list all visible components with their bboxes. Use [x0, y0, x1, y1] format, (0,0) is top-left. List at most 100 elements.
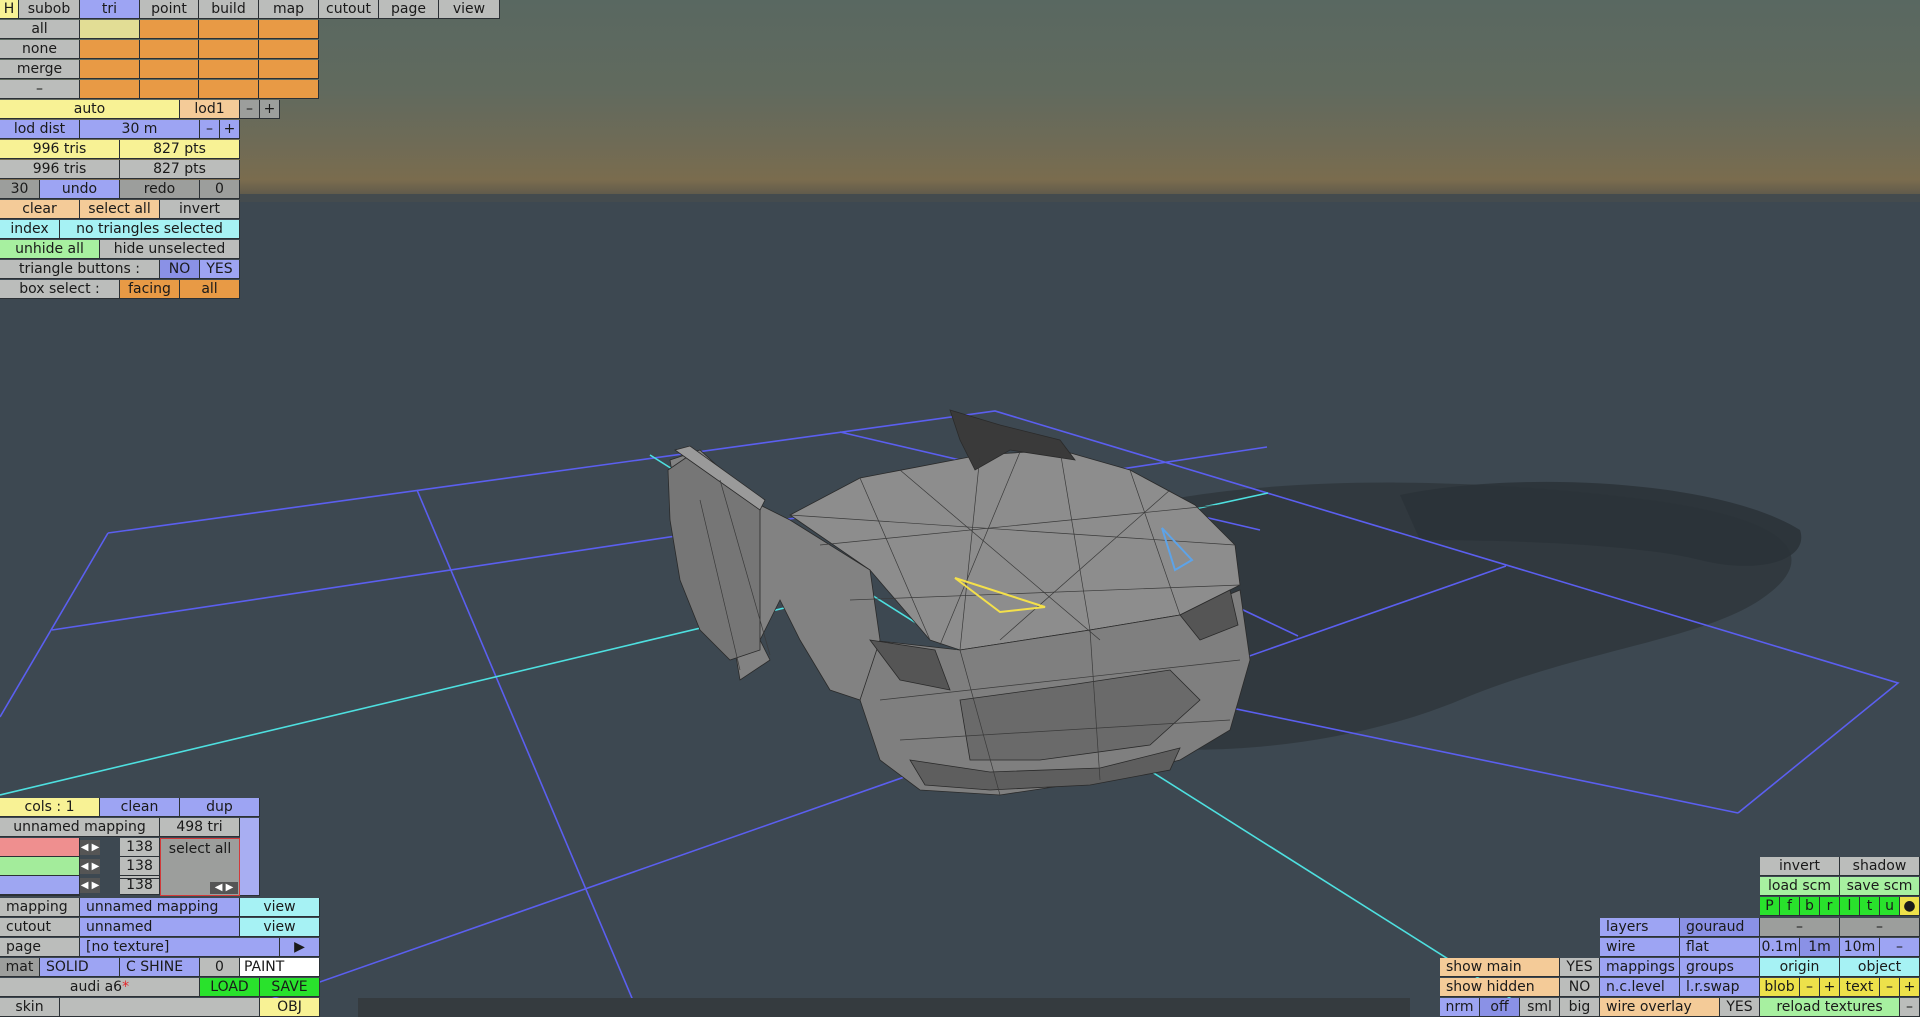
blob-plus-button[interactable]: + — [1820, 978, 1840, 997]
blob-button[interactable]: blob — [1760, 978, 1800, 997]
clean-button[interactable]: clean — [100, 798, 180, 817]
subob-cell[interactable] — [140, 20, 199, 39]
mapping-arrows-icon[interactable]: ◀ ▶ — [210, 882, 238, 894]
subob-cell[interactable] — [140, 80, 199, 99]
mapping-view-button[interactable]: view — [240, 898, 320, 917]
object-button[interactable]: object — [1840, 958, 1920, 977]
mapping-name[interactable]: unnamed mapping — [0, 818, 160, 837]
dash-button-1[interactable]: – — [1760, 918, 1840, 937]
3d-viewport[interactable] — [0, 0, 1920, 1017]
flag-t-button[interactable]: t — [1860, 897, 1880, 916]
flat-button[interactable]: flat — [1680, 938, 1760, 957]
tab-subob[interactable]: subob — [19, 0, 80, 19]
flag-r-button[interactable]: r — [1820, 897, 1840, 916]
tab-build[interactable]: build — [199, 0, 259, 19]
index-button[interactable]: index — [0, 220, 60, 239]
subob-cell[interactable] — [140, 40, 199, 59]
subob-cell[interactable] — [140, 60, 199, 79]
big-button[interactable]: big — [1560, 998, 1600, 1017]
select-all-button[interactable]: select all — [80, 200, 160, 219]
lod-dist-plus-button[interactable]: + — [220, 120, 240, 139]
subob-none-button[interactable]: none — [0, 40, 80, 59]
subob-all-button[interactable]: all — [0, 20, 80, 39]
subob-cell[interactable] — [80, 20, 140, 39]
dash-button-2[interactable]: – — [1840, 918, 1920, 937]
shadow-button[interactable]: shadow — [1840, 857, 1920, 876]
page-arrow-icon[interactable]: ▶ — [280, 938, 320, 957]
grid-1m-button[interactable]: 1m — [1800, 938, 1840, 957]
subob-cell[interactable] — [199, 40, 259, 59]
origin-button[interactable]: origin — [1760, 958, 1840, 977]
invert-button[interactable]: invert — [160, 200, 240, 219]
cutout-view-button[interactable]: view — [240, 918, 320, 937]
blob-minus-button[interactable]: – — [1800, 978, 1820, 997]
load-button[interactable]: LOAD — [200, 978, 260, 997]
cutout-value[interactable]: unnamed — [80, 918, 240, 937]
c-shine-button[interactable]: C SHINE — [120, 958, 200, 977]
load-scm-button[interactable]: load scm — [1760, 877, 1840, 896]
grid-minus-button[interactable]: – — [1880, 938, 1920, 957]
box-select-all[interactable]: all — [180, 280, 240, 299]
subob-cell[interactable] — [80, 40, 140, 59]
channel-color-blue[interactable] — [0, 876, 80, 895]
reload-textures-button[interactable]: reload textures — [1760, 998, 1900, 1017]
channel-arrows-icon[interactable]: ◀ ▶ — [80, 840, 100, 855]
triangle-buttons-no[interactable]: NO — [160, 260, 200, 279]
page-value[interactable]: [no texture] — [80, 938, 280, 957]
lod-plus-button[interactable]: + — [260, 100, 280, 119]
off-button[interactable]: off — [1480, 998, 1520, 1017]
mapping-scrollbar[interactable] — [240, 818, 260, 896]
lod-auto-button[interactable]: auto — [0, 100, 180, 119]
tab-page[interactable]: page — [379, 0, 439, 19]
flag-l-button[interactable]: l — [1840, 897, 1860, 916]
grid-0-1m-button[interactable]: 0.1m — [1760, 938, 1800, 957]
subob-cell[interactable] — [259, 60, 319, 79]
gouraud-button[interactable]: gouraud — [1680, 918, 1760, 937]
channel-arrows-icon[interactable]: ◀ ▶ — [80, 859, 100, 874]
subob-cell[interactable] — [199, 60, 259, 79]
redo-button[interactable]: redo — [120, 180, 200, 199]
subob-merge-button[interactable]: merge — [0, 60, 80, 79]
layers-button[interactable]: layers — [1600, 918, 1680, 937]
h-button[interactable]: H — [0, 0, 19, 19]
subob-cell[interactable] — [259, 40, 319, 59]
flag-p-button[interactable]: P — [1760, 897, 1780, 916]
wire-button[interactable]: wire — [1600, 938, 1680, 957]
channel-color-green[interactable] — [0, 857, 80, 876]
groups-button[interactable]: groups — [1680, 958, 1760, 977]
lod-dist-value[interactable]: 30 m — [80, 120, 200, 139]
text-plus-button[interactable]: + — [1900, 978, 1920, 997]
lod-level-button[interactable]: lod1 — [180, 100, 240, 119]
sml-button[interactable]: sml — [1520, 998, 1560, 1017]
show-main-toggle[interactable]: YES — [1560, 958, 1600, 977]
subob-dash-button[interactable]: – — [0, 80, 80, 99]
subob-cell[interactable] — [80, 80, 140, 99]
subob-cell[interactable] — [199, 80, 259, 99]
solid-button[interactable]: SOLID — [40, 958, 120, 977]
text-button[interactable]: text — [1840, 978, 1880, 997]
lr-swap-button[interactable]: l.r.swap — [1680, 978, 1760, 997]
channel-arrows-icon[interactable]: ◀ ▶ — [80, 878, 100, 893]
save-button[interactable]: SAVE — [260, 978, 320, 997]
show-hidden-toggle[interactable]: NO — [1560, 978, 1600, 997]
flag-f-button[interactable]: f — [1780, 897, 1800, 916]
save-scm-button[interactable]: save scm — [1840, 877, 1920, 896]
grid-10m-button[interactable]: 10m — [1840, 938, 1880, 957]
reload-minus-button[interactable]: – — [1900, 998, 1920, 1017]
channel-color-gray[interactable] — [0, 895, 80, 896]
paint-field[interactable]: PAINT — [240, 958, 320, 977]
nc-level-button[interactable]: n.c.level — [1600, 978, 1680, 997]
mappings-button[interactable]: mappings — [1600, 958, 1680, 977]
invert-view-button[interactable]: invert — [1760, 857, 1840, 876]
triangle-buttons-yes[interactable]: YES — [200, 260, 240, 279]
tab-view[interactable]: view — [439, 0, 500, 19]
text-minus-button[interactable]: – — [1880, 978, 1900, 997]
lod-dist-minus-button[interactable]: – — [200, 120, 220, 139]
cols-button[interactable]: cols : 1 — [0, 798, 100, 817]
box-select-facing[interactable]: facing — [120, 280, 180, 299]
mapping-value[interactable]: unnamed mapping — [80, 898, 240, 917]
channel-color-red[interactable] — [0, 838, 80, 857]
subob-cell[interactable] — [259, 80, 319, 99]
tab-map[interactable]: map — [259, 0, 319, 19]
tab-cutout[interactable]: cutout — [319, 0, 379, 19]
